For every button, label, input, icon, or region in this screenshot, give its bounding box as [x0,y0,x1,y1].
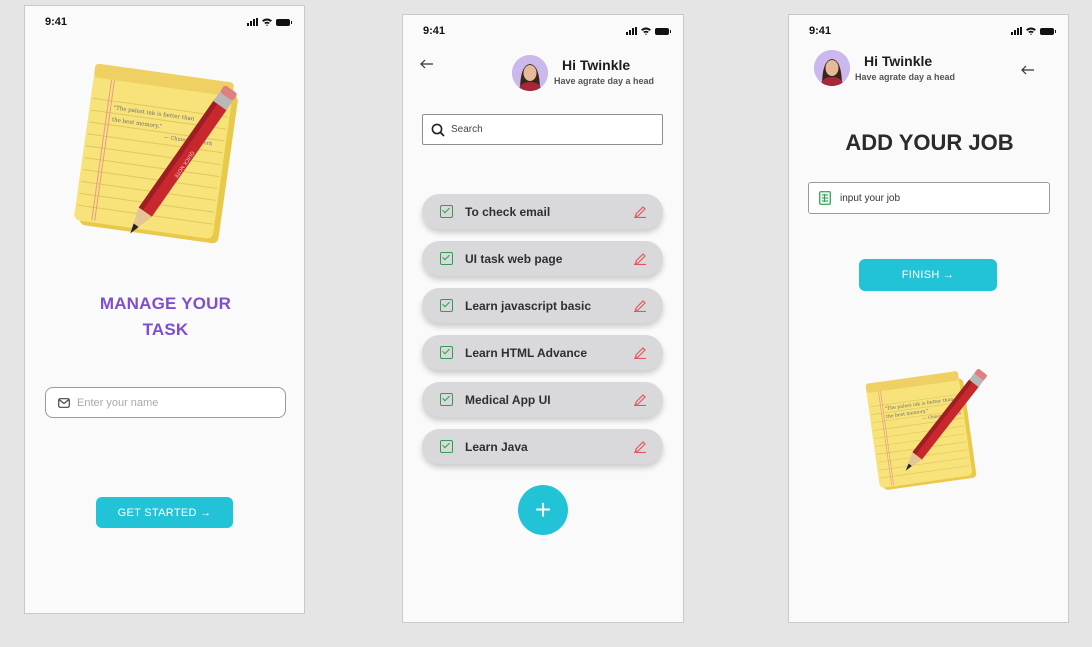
checkbox-icon[interactable] [440,393,453,406]
greeting-subtitle: Have agrate day a head [855,72,956,82]
welcome-title-line2: TASK [142,320,189,339]
pencil-icon[interactable] [633,299,647,312]
wifi-icon [262,18,272,26]
pencil-icon[interactable] [633,346,647,359]
pencil-icon[interactable] [633,440,647,453]
greeting-subtitle: Have agrate day a head [554,76,655,86]
task-item[interactable]: UI task web page [422,241,663,276]
back-arrow-icon[interactable] [1021,65,1035,75]
wifi-icon [641,27,651,35]
task-label: To check email [465,204,551,219]
status-icons [626,27,671,35]
name-field[interactable] [45,387,286,418]
finish-button[interactable]: FINISH → [859,259,997,291]
status-icons [247,18,292,26]
greeting-name: Hi Twinkle [562,57,631,73]
checkbox-icon[interactable] [440,346,453,359]
back-arrow-icon[interactable] [420,59,434,69]
battery-icon [655,28,671,35]
avatar [814,50,850,86]
notepad-pencil-illustration: "The palest ink is better than the best … [74,64,238,244]
checkbox-icon[interactable] [440,440,453,453]
add-job-screen: 9:41 Hi Twinkle Have agrate day a head A… [788,14,1069,623]
task-item[interactable]: Learn javascript basic [422,288,663,323]
checkbox-icon[interactable] [440,299,453,312]
welcome-title-line1: MANAGE YOUR [99,294,232,313]
status-time: 9:41 [45,16,68,28]
pencil-icon[interactable] [633,393,647,406]
spreadsheet-icon [819,191,831,205]
wifi-icon [1026,27,1036,35]
avatar-image [512,55,548,91]
welcome-title: MANAGE YOUR TASK [25,291,304,343]
task-label: Learn HTML Advance [465,345,588,360]
job-field[interactable] [808,182,1050,214]
task-item[interactable]: To check email [422,194,663,229]
battery-icon [276,19,292,26]
signal-icon [247,18,258,26]
add-job-title: ADD YOUR JOB [845,130,1014,155]
greeting-name: Hi Twinkle [864,53,933,69]
task-label: Medical App UI [465,392,551,407]
mail-icon [58,397,70,408]
add-task-button[interactable]: + [518,485,568,535]
notepad-pencil-illustration: "The palest ink is better than the best … [865,369,987,490]
task-label: UI task web page [465,251,563,266]
search-field[interactable] [422,114,663,145]
status-icons [1011,27,1056,35]
signal-icon [626,27,637,35]
pencil-icon[interactable] [633,252,647,265]
task-item[interactable]: Medical App UI [422,382,663,417]
task-label: Learn Java [465,439,528,454]
status-time: 9:41 [423,25,446,37]
welcome-screen: 9:41 "The palest ink is better than the … [24,5,305,614]
task-label: Learn javascript basic [465,298,592,313]
search-input[interactable] [451,124,641,135]
job-input[interactable] [840,192,1030,204]
checkbox-icon[interactable] [440,252,453,265]
task-item[interactable]: Learn Java [422,429,663,464]
search-icon [431,123,445,137]
avatar [512,55,548,91]
status-time: 9:41 [809,25,832,37]
task-list-screen: 9:41 Hi Twinkle Have agrate day a head T… [402,14,684,623]
task-item[interactable]: Learn HTML Advance [422,335,663,370]
avatar-image [814,50,850,86]
name-input[interactable] [77,396,267,409]
signal-icon [1011,27,1022,35]
get-started-button[interactable]: GET STARTED → [96,497,233,528]
battery-icon [1040,28,1056,35]
pencil-icon[interactable] [633,205,647,218]
checkbox-icon[interactable] [440,205,453,218]
